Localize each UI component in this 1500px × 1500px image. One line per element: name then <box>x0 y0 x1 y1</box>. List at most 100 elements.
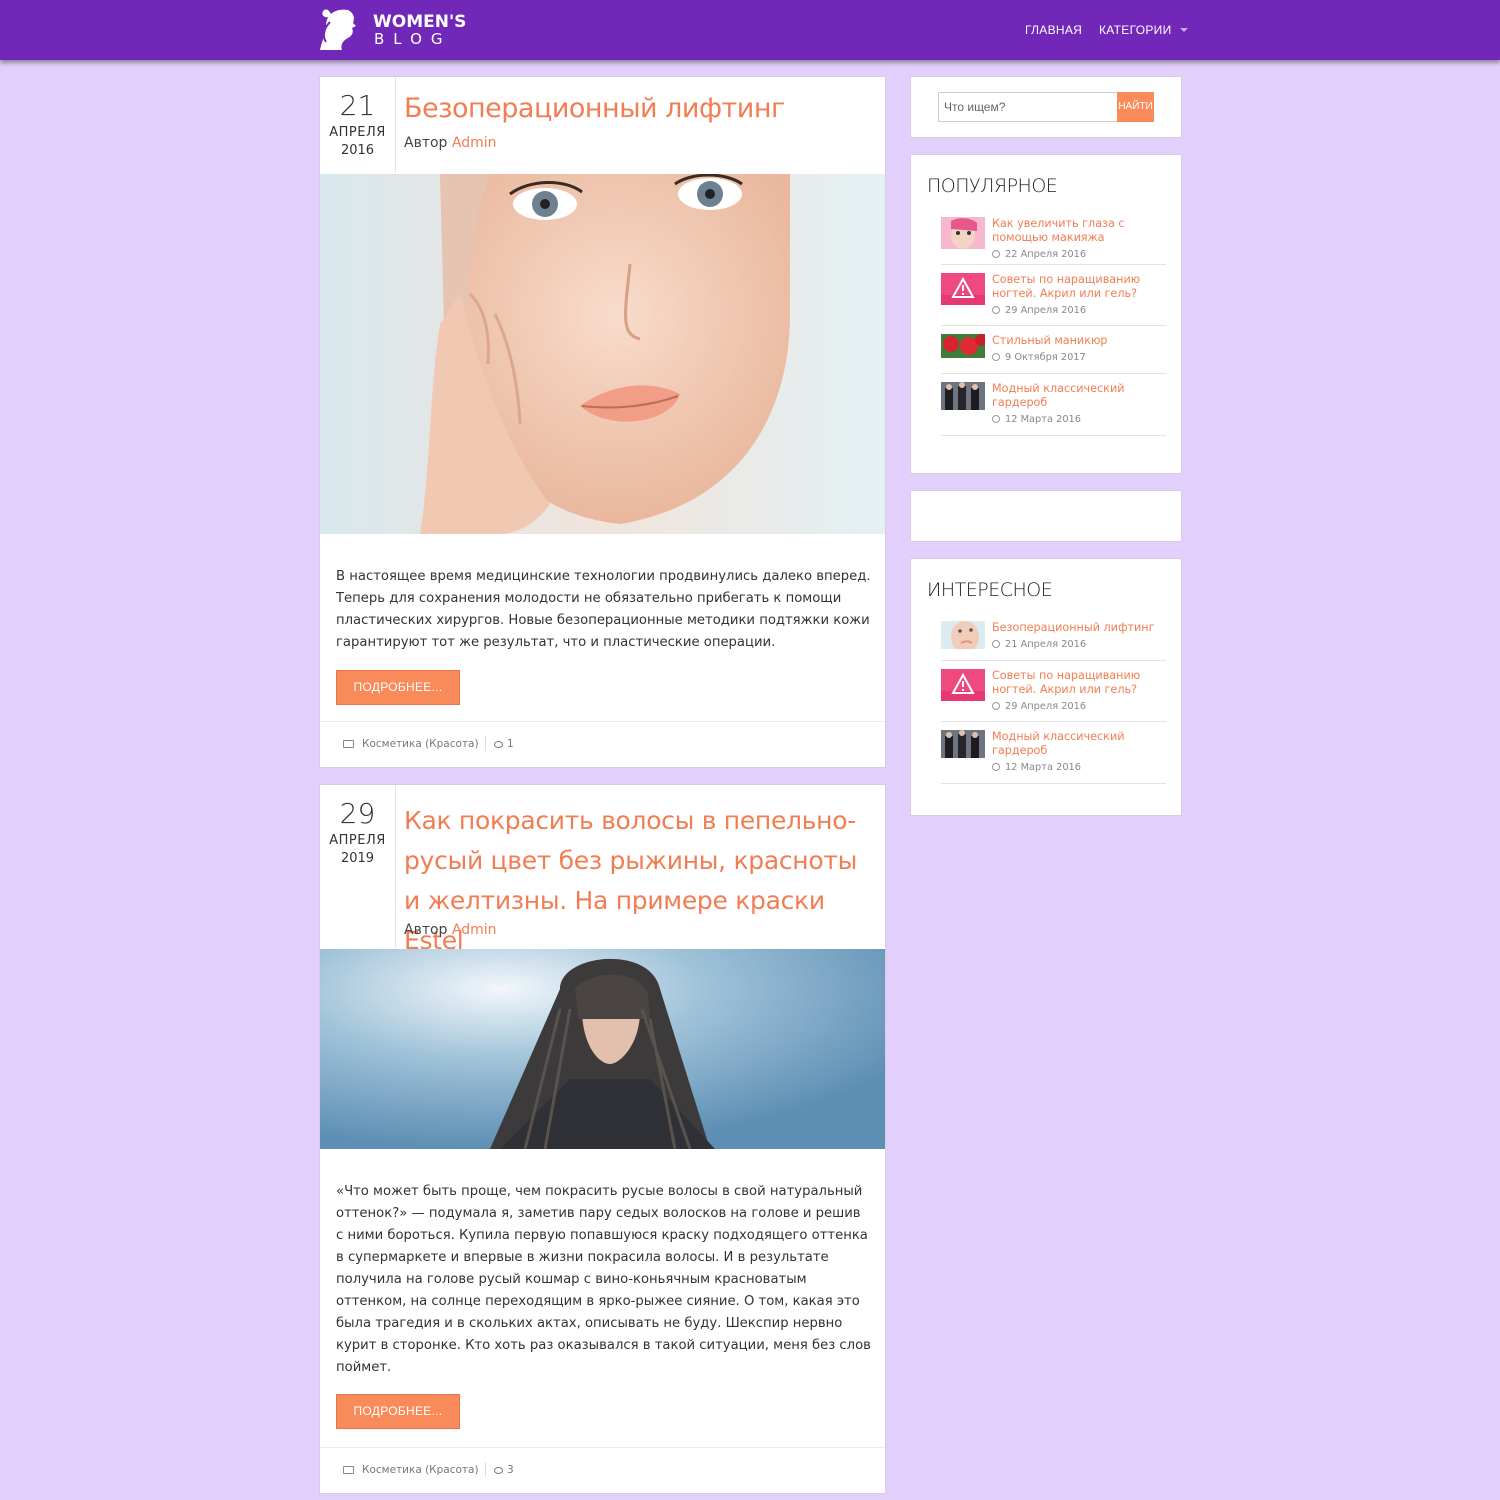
clock-icon <box>992 250 1000 258</box>
list-item-date: 29 Апреля 2016 <box>992 701 1162 712</box>
post-date: 29 АПРЕЛЯ 2019 <box>320 785 396 948</box>
chevron-down-icon <box>1179 28 1188 32</box>
interesting-list: Безоперационный лифтинг 21 Апреля 2016 Со… <box>941 621 1166 784</box>
list-item-date: 9 Октября 2017 <box>992 352 1162 363</box>
post-excerpt: «Что может быть проще, чем покрасить рус… <box>336 1184 871 1375</box>
empty-widget <box>910 490 1182 542</box>
post-category[interactable]: Косметика (Красота) <box>343 1464 479 1476</box>
thumbnail-warning <box>941 669 985 701</box>
list-item-date-text: 21 Апреля 2016 <box>1005 639 1087 650</box>
woman-silhouette-icon <box>320 9 356 51</box>
post-footer: Косметика (Красота) 3 <box>320 1447 885 1493</box>
post-date: 21 АПРЕЛЯ 2016 <box>320 77 396 173</box>
list-item-date-text: 22 Апреля 2016 <box>1005 249 1087 260</box>
post-year: 2019 <box>340 851 375 866</box>
read-more-button[interactable]: ПОДРОБНЕЕ... <box>336 1394 460 1429</box>
post-card: 29 АПРЕЛЯ 2019 Как покрасить волосы в пе… <box>319 784 886 1494</box>
thumbnail-wardrobe <box>941 382 985 410</box>
list-item-title: Советы по наращиванию ногтей. Акрил или … <box>992 273 1141 300</box>
popular-widget: ПОПУЛЯРНОЕ Как увеличить глаза с помощью… <box>910 154 1182 474</box>
thumbnail-warning <box>941 273 985 305</box>
comments-icon <box>494 1467 503 1474</box>
logo-text-bottom: BLOG <box>374 30 452 48</box>
search-button[interactable]: НАЙТИ <box>1117 92 1154 122</box>
author-link[interactable]: Admin <box>452 922 497 938</box>
clock-icon <box>992 306 1000 314</box>
post-card: 21 АПРЕЛЯ 2016 Безоперационный лифтинг А… <box>319 76 886 768</box>
folder-icon <box>343 1466 354 1474</box>
thumbnail-roses <box>941 334 985 358</box>
list-item-title: Стильный маникюр <box>992 334 1108 347</box>
list-item[interactable]: Безоперационный лифтинг 21 Апреля 2016 <box>941 621 1166 661</box>
post-comments[interactable]: 1 <box>494 738 514 750</box>
post-category-label: Косметика (Красота) <box>362 738 479 750</box>
site-logo[interactable]: WOMEN'S BLOG <box>318 6 468 56</box>
author-label: Автор <box>404 922 448 938</box>
list-item-title: Советы по наращиванию ногтей. Акрил или … <box>992 669 1141 696</box>
list-item-title: Безоперационный лифтинг <box>992 621 1155 634</box>
list-item-date: 12 Марта 2016 <box>992 762 1162 773</box>
post-comments-count: 1 <box>507 738 514 750</box>
nav-home[interactable]: ГЛАВНАЯ <box>1025 23 1082 37</box>
popular-list: Как увеличить глаза с помощью макияжа 22 … <box>941 217 1166 436</box>
list-item-date-text: 12 Марта 2016 <box>1005 414 1082 425</box>
list-item-date: 29 Апреля 2016 <box>992 305 1162 316</box>
post-month: АПРЕЛЯ <box>329 125 386 140</box>
nav-categories[interactable]: КАТЕГОРИИ <box>1099 23 1188 37</box>
list-item[interactable]: Модный классический гардероб 12 Марта 201… <box>941 374 1166 436</box>
post-image-hair[interactable] <box>320 949 885 1149</box>
list-item[interactable]: Модный классический гардероб 12 Марта 201… <box>941 722 1166 784</box>
comments-icon <box>494 741 503 748</box>
list-item[interactable]: Стильный маникюр 9 Октября 2017 <box>941 326 1166 374</box>
top-navbar: WOMEN'S BLOG ГЛАВНАЯ КАТЕГОРИИ <box>0 0 1500 60</box>
list-item-date-text: 29 Апреля 2016 <box>1005 701 1087 712</box>
thumbnail-wardrobe <box>941 730 985 758</box>
list-item-date-text: 12 Марта 2016 <box>1005 762 1082 773</box>
clock-icon <box>992 763 1000 771</box>
post-author: Автор Admin <box>404 135 497 151</box>
widget-title: ИНТЕРЕСНОЕ <box>927 579 1053 601</box>
footer-divider <box>485 1462 486 1477</box>
list-item-date-text: 9 Октября 2017 <box>1005 352 1086 363</box>
list-item-date-text: 29 Апреля 2016 <box>1005 305 1087 316</box>
clock-icon <box>992 640 1000 648</box>
list-item-date: 22 Апреля 2016 <box>992 249 1162 260</box>
nav-categories-label: КАТЕГОРИИ <box>1099 23 1172 37</box>
clock-icon <box>992 702 1000 710</box>
author-link[interactable]: Admin <box>452 135 497 151</box>
interesting-widget: ИНТЕРЕСНОЕ Безоперационный лифтинг 21 Апр… <box>910 558 1182 816</box>
list-item-date: 21 Апреля 2016 <box>992 639 1162 650</box>
post-author: Автор Admin <box>404 922 497 938</box>
clock-icon <box>992 415 1000 423</box>
thumbnail-makeup <box>941 217 985 249</box>
read-more-button[interactable]: ПОДРОБНЕЕ... <box>336 670 460 705</box>
post-month: АПРЕЛЯ <box>329 833 386 848</box>
list-item[interactable]: Как увеличить глаза с помощью макияжа 22 … <box>941 217 1166 265</box>
post-title[interactable]: Безоперационный лифтинг <box>404 93 785 124</box>
list-item-title: Модный классический гардероб <box>992 382 1125 409</box>
post-image-face[interactable] <box>320 174 885 534</box>
post-footer: Косметика (Красота) 1 <box>320 721 885 767</box>
author-label: Автор <box>404 135 448 151</box>
footer-divider <box>485 736 486 751</box>
post-comments[interactable]: 3 <box>494 1464 514 1476</box>
post-category[interactable]: Косметика (Красота) <box>343 738 479 750</box>
list-item[interactable]: Советы по наращиванию ногтей. Акрил или … <box>941 661 1166 722</box>
list-item-date: 12 Марта 2016 <box>992 414 1162 425</box>
post-excerpt: В настоящее время медицинские технологии… <box>336 569 871 650</box>
thumbnail-face <box>941 621 985 649</box>
post-year: 2016 <box>340 143 375 158</box>
clock-icon <box>992 353 1000 361</box>
list-item-title: Как увеличить глаза с помощью макияжа <box>992 217 1125 244</box>
post-comments-count: 3 <box>507 1464 514 1476</box>
logo-text-top: WOMEN'S <box>373 12 467 32</box>
post-day: 21 <box>339 89 376 122</box>
list-item[interactable]: Советы по наращиванию ногтей. Акрил или … <box>941 265 1166 326</box>
search-widget: НАЙТИ <box>910 76 1182 138</box>
list-item-title: Модный классический гардероб <box>992 730 1125 757</box>
post-category-label: Косметика (Красота) <box>362 1464 479 1476</box>
widget-title: ПОПУЛЯРНОЕ <box>927 175 1058 197</box>
search-input[interactable] <box>938 92 1118 122</box>
post-day: 29 <box>339 797 376 830</box>
folder-icon <box>343 740 354 748</box>
